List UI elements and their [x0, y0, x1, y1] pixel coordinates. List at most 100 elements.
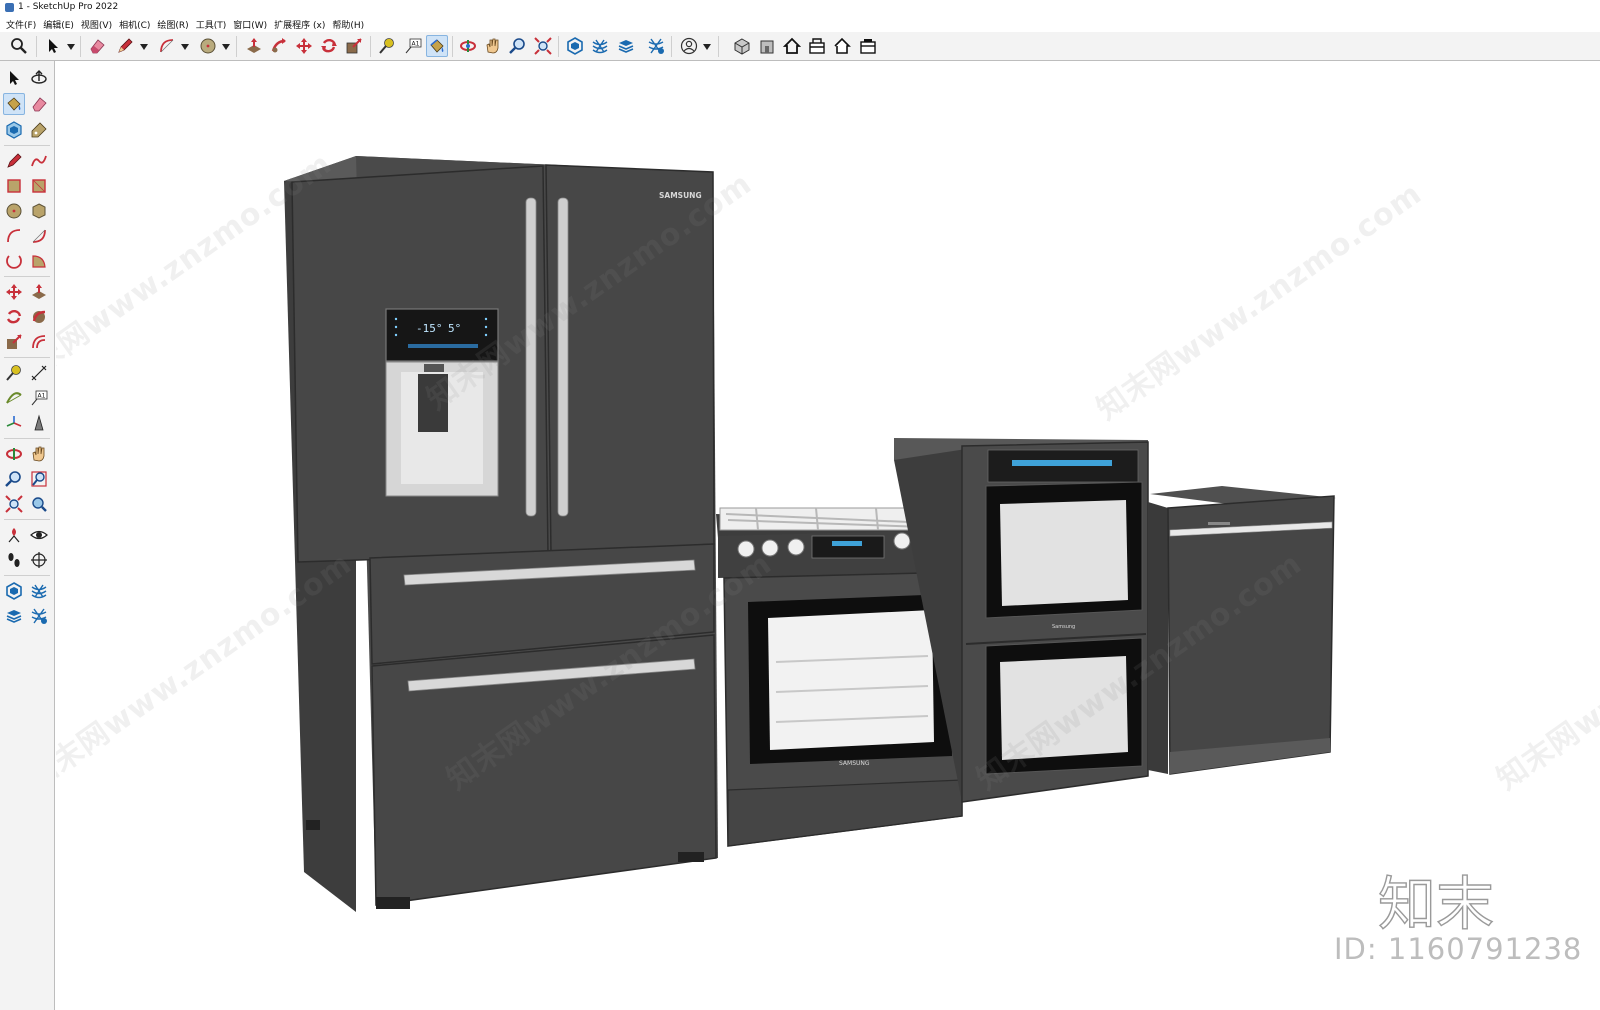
- rotated-rectangle-icon[interactable]: [28, 175, 50, 197]
- large-tool-set: A1: [0, 61, 55, 1010]
- move-icon[interactable]: [293, 35, 315, 57]
- menu-window[interactable]: 窗口(W): [231, 16, 272, 32]
- menu-tools[interactable]: 工具(T): [194, 16, 232, 32]
- three-point-arc-icon[interactable]: [3, 250, 25, 272]
- iso-view-icon[interactable]: [731, 35, 753, 57]
- rotate-icon[interactable]: [318, 35, 340, 57]
- scale-tool-icon[interactable]: [3, 331, 25, 353]
- make-component-icon[interactable]: [28, 67, 50, 89]
- select-icon[interactable]: [3, 67, 25, 89]
- walk-icon[interactable]: [3, 549, 25, 571]
- arc-icon[interactable]: [156, 35, 178, 57]
- menu-draw[interactable]: 绘图(R): [155, 16, 193, 32]
- zoom-extents-icon[interactable]: [532, 35, 554, 57]
- menu-camera[interactable]: 相机(C): [117, 16, 155, 32]
- components-icon[interactable]: [564, 35, 586, 57]
- toolbar-separator: [36, 36, 37, 57]
- menu-file[interactable]: 文件(F): [4, 16, 41, 32]
- layers-icon[interactable]: [615, 35, 637, 57]
- sandbox-icon[interactable]: [589, 35, 611, 57]
- push-pull-icon[interactable]: [243, 35, 265, 57]
- paint-bucket-icon[interactable]: [426, 35, 448, 57]
- zoom-tool-icon[interactable]: [507, 35, 529, 57]
- toolbar-separator: [4, 519, 50, 520]
- pencil-icon[interactable]: [114, 35, 136, 57]
- pie-icon[interactable]: [28, 250, 50, 272]
- select-dropdown-icon[interactable]: [67, 43, 75, 51]
- text-label-icon[interactable]: A1: [402, 35, 424, 57]
- follow-me-icon[interactable]: [268, 35, 290, 57]
- pan-tool-icon[interactable]: [28, 443, 50, 465]
- account-dropdown-icon[interactable]: [703, 43, 711, 51]
- axes-icon[interactable]: [3, 412, 25, 434]
- pan-icon[interactable]: [482, 35, 504, 57]
- polygon-icon[interactable]: [28, 200, 50, 222]
- toolbar-separator: [4, 276, 50, 277]
- zoom-icon[interactable]: [8, 35, 30, 57]
- tape-measure-tool-icon[interactable]: [3, 362, 25, 384]
- left-view-icon[interactable]: [857, 35, 879, 57]
- extension-tool-icon[interactable]: [28, 605, 50, 627]
- zoom-window-icon[interactable]: [28, 468, 50, 490]
- fridge-temp-readout: 5°: [448, 322, 461, 335]
- circle-icon[interactable]: [197, 35, 219, 57]
- menu-edit[interactable]: 编辑(E): [41, 16, 79, 32]
- position-camera-icon[interactable]: [3, 524, 25, 546]
- arc-dropdown-icon[interactable]: [181, 43, 189, 51]
- tape-measure-icon[interactable]: [376, 35, 398, 57]
- previous-view-icon[interactable]: [28, 493, 50, 515]
- toolbar-separator: [4, 438, 50, 439]
- select-arrow-icon[interactable]: [42, 35, 64, 57]
- eraser-icon[interactable]: [86, 35, 108, 57]
- top-view-icon[interactable]: [781, 35, 803, 57]
- orbit-tool-icon[interactable]: [3, 443, 25, 465]
- toolbar-separator: [4, 145, 50, 146]
- two-point-arc-icon[interactable]: [28, 225, 50, 247]
- zoom-view-icon[interactable]: [3, 468, 25, 490]
- look-around-icon[interactable]: [28, 524, 50, 546]
- scale-icon[interactable]: [343, 35, 365, 57]
- offset-icon[interactable]: [28, 331, 50, 353]
- toolbar-separator: [558, 36, 559, 57]
- menu-bar: 文件(F) 编辑(E) 视图(V) 相机(C) 绘图(R) 工具(T) 窗口(W…: [0, 16, 1600, 32]
- paint-bucket-tool-icon[interactable]: [3, 93, 25, 115]
- layers-tool-icon[interactable]: [3, 605, 25, 627]
- right-view-icon[interactable]: [806, 35, 828, 57]
- back-view-icon[interactable]: [831, 35, 853, 57]
- 3d-text-icon[interactable]: [28, 412, 50, 434]
- menu-extensions[interactable]: 扩展程序 (x): [272, 16, 330, 32]
- sandbox-tool-icon[interactable]: [28, 580, 50, 602]
- eraser-tool-icon[interactable]: [28, 93, 50, 115]
- line-tool-icon[interactable]: [3, 150, 25, 172]
- svg-text:A1: A1: [38, 393, 46, 400]
- zoom-extents-tool-icon[interactable]: [3, 493, 25, 515]
- appliance-model-scene: -15° 5° SAMSUNG SAMSUNG Samsung: [284, 156, 1336, 912]
- rotate-tool-icon[interactable]: [3, 306, 25, 328]
- freehand-icon[interactable]: [28, 150, 50, 172]
- protractor-icon[interactable]: [3, 387, 25, 409]
- tag-tool-icon[interactable]: [28, 119, 50, 141]
- front-view-icon[interactable]: [756, 35, 778, 57]
- warehouse-components-icon[interactable]: [3, 580, 25, 602]
- dimension-icon[interactable]: [28, 362, 50, 384]
- toolbar-separator: [80, 36, 81, 57]
- move-tool-icon[interactable]: [3, 281, 25, 303]
- pencil-dropdown-icon[interactable]: [140, 43, 148, 51]
- main-toolbar: A1: [0, 32, 1600, 61]
- dishwasher-model: [1148, 486, 1336, 775]
- rectangle-icon[interactable]: [3, 175, 25, 197]
- push-pull-tool-icon[interactable]: [28, 281, 50, 303]
- tags-icon[interactable]: [645, 35, 667, 57]
- circle-tool-icon[interactable]: [3, 200, 25, 222]
- components-tool-icon[interactable]: [3, 119, 25, 141]
- model-viewport[interactable]: -15° 5° SAMSUNG SAMSUNG Samsung 知末网www.z…: [56, 62, 1600, 1010]
- follow-me-tool-icon[interactable]: [28, 306, 50, 328]
- text-tool-icon[interactable]: A1: [28, 387, 50, 409]
- arc-tool-icon[interactable]: [3, 225, 25, 247]
- orbit-icon[interactable]: [457, 35, 479, 57]
- section-plane-icon[interactable]: [28, 549, 50, 571]
- circle-dropdown-icon[interactable]: [222, 43, 230, 51]
- account-icon[interactable]: [678, 35, 700, 57]
- menu-view[interactable]: 视图(V): [79, 16, 117, 32]
- menu-help[interactable]: 帮助(H): [330, 16, 369, 32]
